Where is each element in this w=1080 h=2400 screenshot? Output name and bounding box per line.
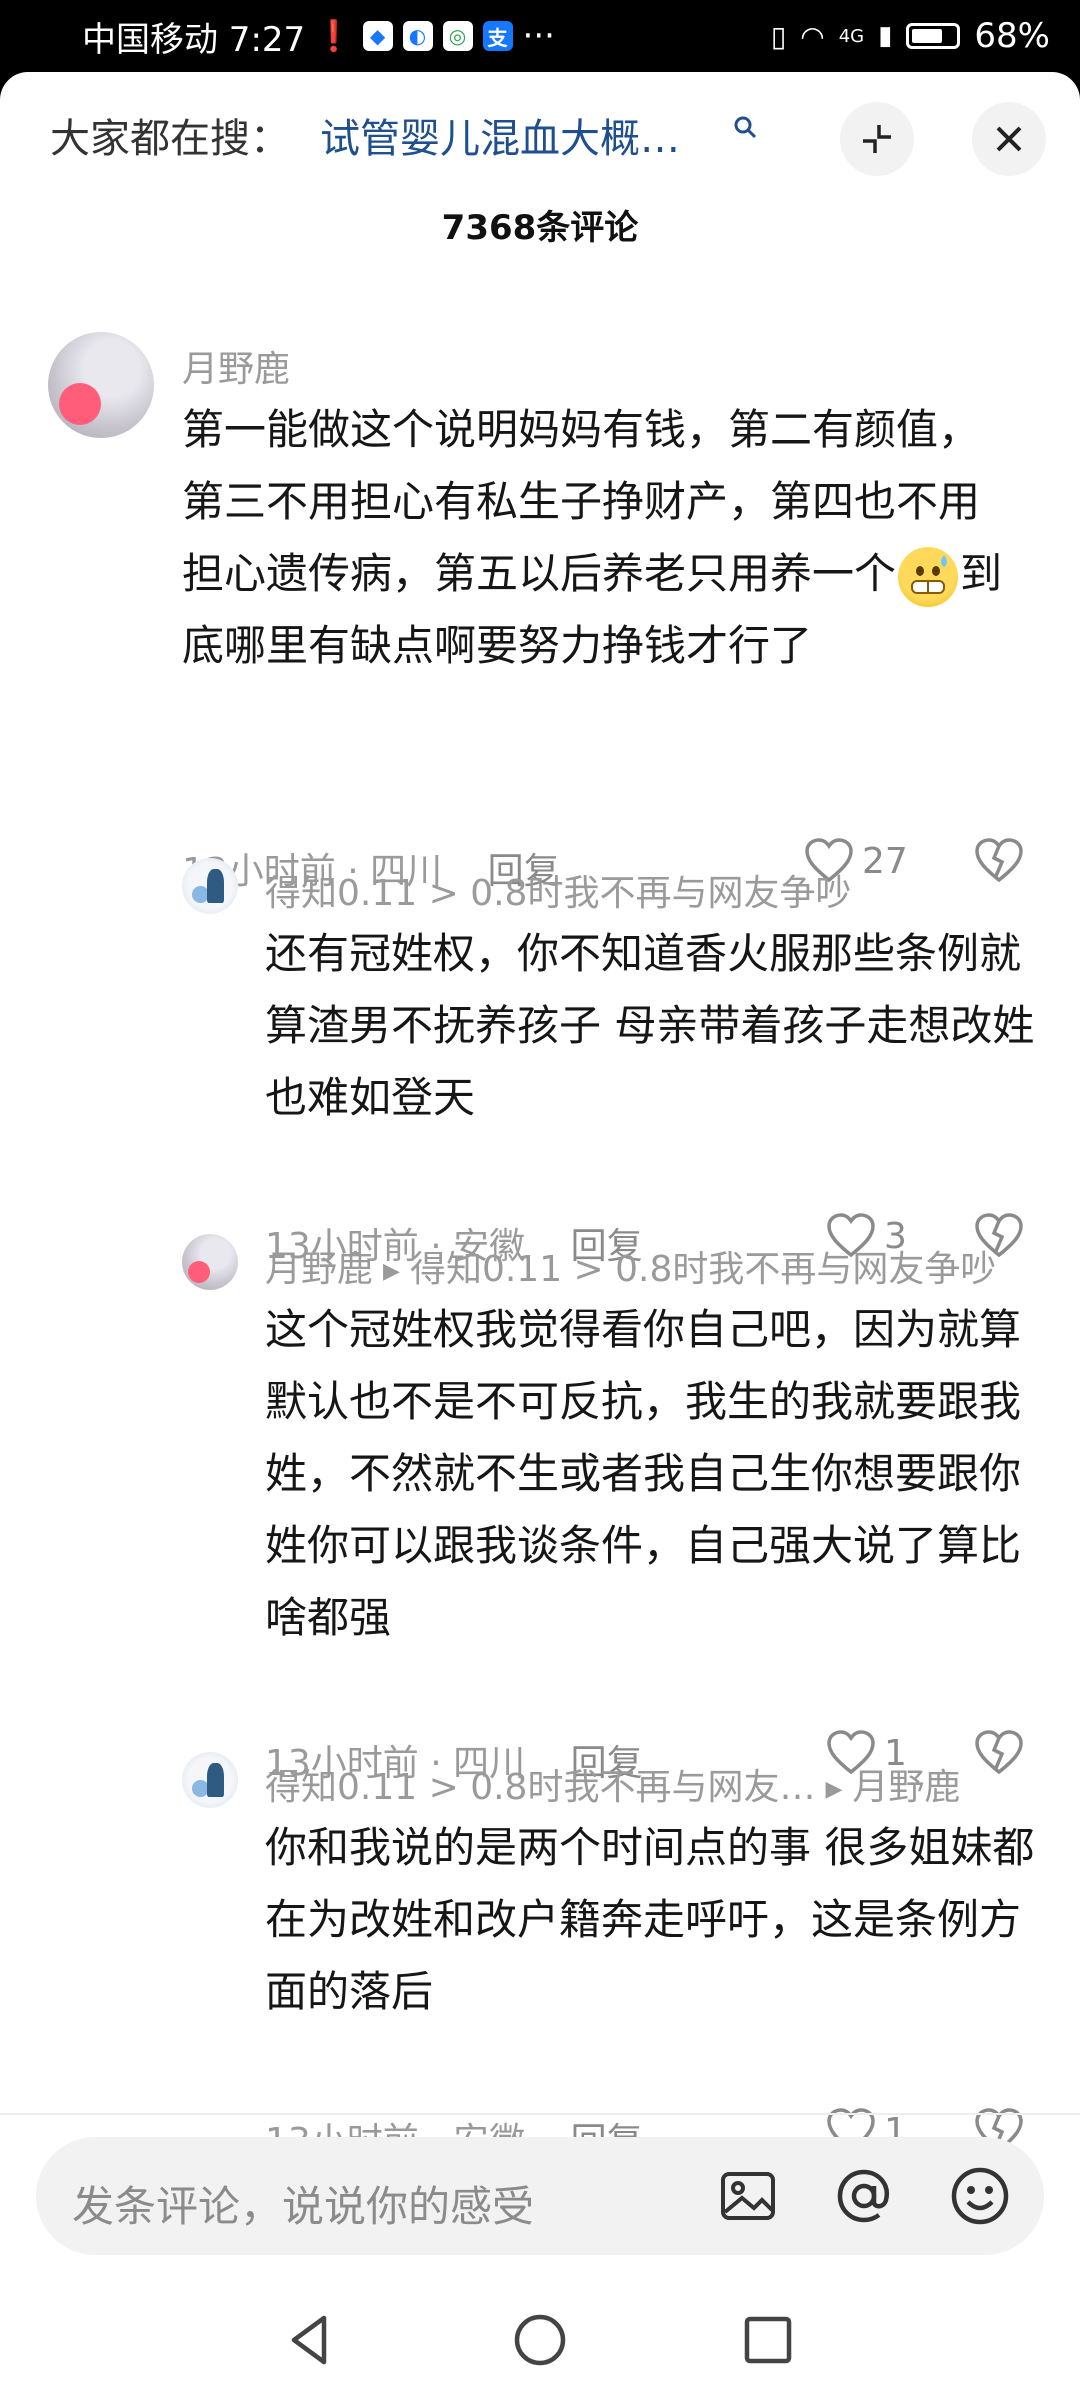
like-count: 27 bbox=[862, 840, 908, 882]
search-icon[interactable] bbox=[732, 114, 758, 140]
comment-text[interactable]: 你和我说的是两个时间点的事 很多姐妹都在为改姓和改户籍奔走呼吁，这是条例方面的落… bbox=[265, 1812, 1045, 2028]
reply-arrow-icon: ▶ bbox=[825, 1776, 843, 1802]
comment-count: 7368条评论 bbox=[441, 208, 639, 248]
comment-author[interactable]: 月野鹿 bbox=[182, 340, 290, 392]
wifi-icon: ◠ bbox=[800, 19, 825, 53]
reply-to-name: 得知0.11 > 0.8时我不再与网友争吵 bbox=[409, 1249, 997, 1290]
avatar-heart bbox=[58, 382, 101, 426]
avatar-figure bbox=[207, 869, 224, 903]
status-bar: 中国移动 7:27 ❗ ◆ ◐ ◎ 支 ··· ▯ ◠ 4G ▮ 68% bbox=[0, 0, 1080, 72]
collapse-button[interactable] bbox=[840, 102, 914, 176]
avatar[interactable] bbox=[182, 1234, 238, 1290]
alipay-app-icon: 支 bbox=[482, 21, 513, 51]
shield-app-icon: ◆ bbox=[362, 21, 393, 51]
recents-nav-icon[interactable] bbox=[738, 2310, 798, 2370]
search-suggestion-link[interactable]: 试管婴儿混血大概… bbox=[320, 106, 680, 164]
comment-author[interactable]: 得知0.11 > 0.8时我不再与网友争吵 bbox=[265, 864, 851, 916]
collapse-icon bbox=[863, 125, 891, 153]
alert-icon: ❗ bbox=[315, 18, 353, 54]
vibrate-icon: ▯ bbox=[770, 19, 787, 53]
comment-text[interactable]: 还有冠姓权，你不知道香火服那些条例就算渣男不抚养孩子 母亲带着孩子走想改姓也难如… bbox=[265, 918, 1045, 1134]
comment-input[interactable]: 发条评论，说说你的感受 bbox=[36, 2137, 1044, 2255]
avatar[interactable] bbox=[182, 858, 238, 914]
signal-icon: ▮ bbox=[878, 21, 893, 51]
status-right: ▯ ◠ 4G ▮ 68% bbox=[771, 16, 1050, 56]
broken-heart-icon[interactable] bbox=[974, 1730, 1024, 1776]
image-icon[interactable] bbox=[716, 2164, 780, 2228]
comment-sheet: 大家都在搜： 试管婴儿混血大概… 7368条评论 月野鹿 第一能做这个说明妈妈有… bbox=[0, 72, 1080, 2400]
close-icon bbox=[996, 126, 1022, 152]
comment-author[interactable]: 月野鹿 ▶ 得知0.11 > 0.8时我不再与网友争吵 bbox=[265, 1240, 996, 1292]
author-name: 得知0.11 > 0.8时我不再与网友… bbox=[265, 1767, 816, 1808]
home-nav-icon[interactable] bbox=[510, 2310, 570, 2370]
network-type: 4G bbox=[838, 25, 865, 47]
reply-to-name: 月野鹿 bbox=[852, 1767, 961, 1808]
author-name: 月野鹿 bbox=[265, 1249, 374, 1290]
at-icon[interactable] bbox=[832, 2164, 896, 2228]
search-prefix: 大家都在搜： bbox=[50, 116, 290, 162]
avatar-heart bbox=[187, 1260, 210, 1284]
emoji-icon[interactable] bbox=[948, 2164, 1012, 2228]
more-notifications-icon: ··· bbox=[522, 16, 555, 56]
avatar[interactable] bbox=[182, 1752, 238, 1808]
battery-percent: 68% bbox=[974, 16, 1050, 56]
reply-arrow-icon: ▶ bbox=[383, 1258, 400, 1284]
avatar[interactable] bbox=[48, 332, 154, 438]
comment-text[interactable]: 第一能做这个说明妈妈有钱，第二有颜值，第三不用担心有私生子挣财产，第四也不用担心… bbox=[182, 394, 1012, 682]
avatar-figure bbox=[207, 1763, 224, 1797]
bank-app-icon: ◐ bbox=[402, 21, 433, 51]
broken-heart-icon[interactable] bbox=[974, 838, 1024, 884]
battery-icon bbox=[906, 23, 961, 49]
close-button[interactable] bbox=[972, 102, 1046, 176]
back-nav-icon[interactable] bbox=[280, 2310, 340, 2370]
sheet-header: 大家都在搜： 试管婴儿混血大概… bbox=[0, 72, 1080, 176]
grimace-emoji-icon bbox=[898, 546, 959, 607]
system-nav-bar bbox=[0, 2270, 1080, 2400]
comment-text-part1: 第一能做这个说明妈妈有钱，第二有颜值，第三不用担心有私生子挣财产，第四也不用担心… bbox=[182, 405, 981, 598]
carrier-time: 中国移动 7:27 bbox=[82, 19, 306, 60]
status-left: 中国移动 7:27 ❗ ◆ ◐ ◎ 支 ··· bbox=[82, 12, 555, 61]
input-divider bbox=[0, 2113, 1080, 2115]
green-app-icon: ◎ bbox=[442, 21, 473, 51]
comment-text[interactable]: 这个冠姓权我觉得看你自己吧，因为就算默认也不是不可反抗，我生的我就要跟我姓，不然… bbox=[265, 1294, 1045, 1654]
comment-author[interactable]: 得知0.11 > 0.8时我不再与网友… ▶ 月野鹿 bbox=[265, 1758, 960, 1810]
comment-input-placeholder: 发条评论，说说你的感受 bbox=[72, 2182, 535, 2231]
